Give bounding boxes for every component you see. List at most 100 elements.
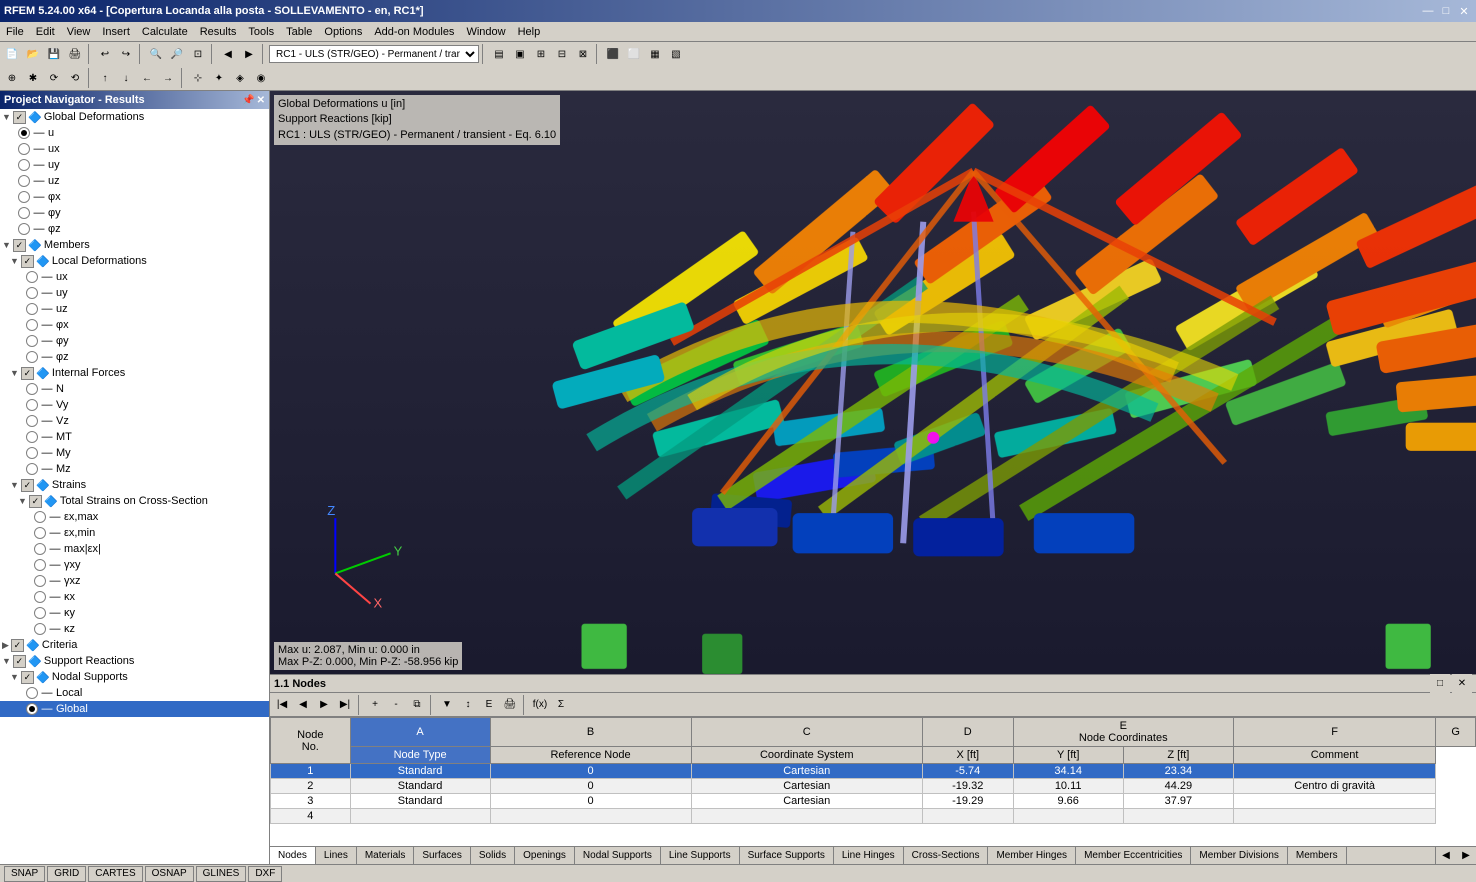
tree-item-gxz[interactable]: — γxz bbox=[0, 573, 269, 589]
radio-gxz[interactable] bbox=[34, 575, 46, 587]
radio-lphix[interactable] bbox=[26, 319, 38, 331]
radio-phix[interactable] bbox=[18, 191, 30, 203]
tb-undo[interactable]: ↩ bbox=[95, 44, 115, 64]
menu-view[interactable]: View bbox=[61, 24, 97, 40]
tree-item-uy[interactable]: — uy bbox=[0, 157, 269, 173]
tab-scroll-left[interactable]: ◀ bbox=[1436, 846, 1456, 864]
cb-global-def[interactable]: ✓ bbox=[13, 111, 26, 124]
close-button[interactable]: ✕ bbox=[1456, 3, 1472, 19]
tab-nodal-supports[interactable]: Nodal Supports bbox=[575, 847, 661, 865]
radio-uy[interactable] bbox=[18, 159, 30, 171]
tree-item-gxy[interactable]: — γxy bbox=[0, 557, 269, 573]
viewport[interactable]: Global Deformations u [in] Support React… bbox=[270, 91, 1476, 674]
tree-item-ky[interactable]: — κy bbox=[0, 605, 269, 621]
tab-member-hinges[interactable]: Member Hinges bbox=[988, 847, 1076, 865]
tree-item-local[interactable]: — Local bbox=[0, 685, 269, 701]
tb-r4[interactable]: ⊟ bbox=[552, 44, 572, 64]
tab-surfaces[interactable]: Surfaces bbox=[414, 847, 470, 865]
cb-criteria[interactable]: ✓ bbox=[11, 639, 24, 652]
radio-lux[interactable] bbox=[26, 271, 38, 283]
tb2-8[interactable]: → bbox=[158, 68, 178, 88]
tb-zoom-all[interactable]: ⊡ bbox=[188, 44, 208, 64]
tree-item-strains[interactable]: ▼ ✓ 🔷 Strains bbox=[0, 477, 269, 493]
tb2-7[interactable]: ← bbox=[137, 68, 157, 88]
load-case-combo[interactable]: RC1 - ULS (STR/GEO) - Permanent / trar bbox=[269, 45, 479, 63]
tab-solids[interactable]: Solids bbox=[471, 847, 515, 865]
tb-r5[interactable]: ⊠ bbox=[573, 44, 593, 64]
tree-item-lphiz[interactable]: — φz bbox=[0, 349, 269, 365]
tt-print[interactable]: 🖨 bbox=[500, 695, 520, 715]
tt-last[interactable]: ▶| bbox=[335, 695, 355, 715]
tree-item-Mz[interactable]: — Mz bbox=[0, 461, 269, 477]
tab-member-divisions[interactable]: Member Divisions bbox=[1191, 847, 1287, 865]
tb-prev[interactable]: ◀ bbox=[218, 44, 238, 64]
radio-My[interactable] bbox=[26, 447, 38, 459]
table-detach[interactable]: □ bbox=[1430, 674, 1450, 694]
tab-line-supports[interactable]: Line Supports bbox=[661, 847, 740, 865]
radio-u[interactable] bbox=[18, 127, 30, 139]
tab-member-eccentricities[interactable]: Member Eccentricities bbox=[1076, 847, 1191, 865]
table-row[interactable]: 2 Standard 0 Cartesian -19.32 10.11 44.2… bbox=[271, 779, 1476, 794]
table-row[interactable]: 4 bbox=[271, 809, 1476, 824]
tb-r1[interactable]: ▤ bbox=[489, 44, 509, 64]
menu-addon[interactable]: Add-on Modules bbox=[368, 24, 460, 40]
tab-cross-sections[interactable]: Cross-Sections bbox=[904, 847, 989, 865]
cb-local-def[interactable]: ✓ bbox=[21, 255, 34, 268]
tree-item-criteria[interactable]: ▶ ✓ 🔷 Criteria bbox=[0, 637, 269, 653]
tree-item-Vz[interactable]: — Vz bbox=[0, 413, 269, 429]
tt-filter[interactable]: ▼ bbox=[437, 695, 457, 715]
tb2-4[interactable]: ⟲ bbox=[65, 68, 85, 88]
tb-view1[interactable]: ⬛ bbox=[603, 44, 623, 64]
tree-item-uz[interactable]: — uz bbox=[0, 173, 269, 189]
expand-internal-forces[interactable]: ▼ bbox=[10, 368, 19, 378]
tab-materials[interactable]: Materials bbox=[357, 847, 415, 865]
tb2-9[interactable]: ⊹ bbox=[188, 68, 208, 88]
tt-next[interactable]: ▶ bbox=[314, 695, 334, 715]
tree-item-Vy[interactable]: — Vy bbox=[0, 397, 269, 413]
menu-tools[interactable]: Tools bbox=[242, 24, 280, 40]
tree-item-luz[interactable]: — uz bbox=[0, 301, 269, 317]
expand-nodal-supports[interactable]: ▼ bbox=[10, 672, 19, 682]
tab-members[interactable]: Members bbox=[1288, 847, 1347, 865]
menu-results[interactable]: Results bbox=[194, 24, 243, 40]
minimize-button[interactable]: — bbox=[1420, 3, 1436, 19]
radio-kx[interactable] bbox=[34, 591, 46, 603]
tree-area[interactable]: ▼ ✓ 🔷 Global Deformations — u — ux — bbox=[0, 109, 269, 864]
tree-item-lphiy[interactable]: — φy bbox=[0, 333, 269, 349]
tree-item-phiy[interactable]: — φy bbox=[0, 205, 269, 221]
tab-scroll-controls[interactable]: ◀ ▶ bbox=[1435, 846, 1476, 864]
tree-item-local-def[interactable]: ▼ ✓ 🔷 Local Deformations bbox=[0, 253, 269, 269]
tab-scroll-right[interactable]: ▶ bbox=[1456, 846, 1476, 864]
radio-phiy[interactable] bbox=[18, 207, 30, 219]
status-osnap[interactable]: OSNAP bbox=[145, 866, 194, 882]
radio-N[interactable] bbox=[26, 383, 38, 395]
tab-line-hinges[interactable]: Line Hinges bbox=[834, 847, 904, 865]
radio-luz[interactable] bbox=[26, 303, 38, 315]
tb-save[interactable]: 💾 bbox=[44, 44, 64, 64]
cb-support-reactions[interactable]: ✓ bbox=[13, 655, 26, 668]
menu-help[interactable]: Help bbox=[512, 24, 547, 40]
tb-new[interactable]: 📄 bbox=[2, 44, 22, 64]
tree-item-lux[interactable]: — ux bbox=[0, 269, 269, 285]
tree-item-global[interactable]: — Global bbox=[0, 701, 269, 717]
expand-members[interactable]: ▼ bbox=[2, 240, 11, 250]
tb2-6[interactable]: ↓ bbox=[116, 68, 136, 88]
radio-kz[interactable] bbox=[34, 623, 46, 635]
cb-nodal-supports[interactable]: ✓ bbox=[21, 671, 34, 684]
tab-lines[interactable]: Lines bbox=[316, 847, 357, 865]
expand-total-strains[interactable]: ▼ bbox=[18, 496, 27, 506]
tree-item-kx[interactable]: — κx bbox=[0, 589, 269, 605]
tab-openings[interactable]: Openings bbox=[515, 847, 575, 865]
table-close[interactable]: ✕ bbox=[1452, 674, 1472, 694]
status-dxf[interactable]: DXF bbox=[248, 866, 282, 882]
tb-view3[interactable]: ▦ bbox=[645, 44, 665, 64]
tb2-1[interactable]: ⊕ bbox=[2, 68, 22, 88]
radio-phiz[interactable] bbox=[18, 223, 30, 235]
tb2-5[interactable]: ↑ bbox=[95, 68, 115, 88]
menu-calculate[interactable]: Calculate bbox=[136, 24, 194, 40]
tree-item-phix[interactable]: — φx bbox=[0, 189, 269, 205]
menu-options[interactable]: Options bbox=[318, 24, 368, 40]
tb-view2[interactable]: ⬜ bbox=[624, 44, 644, 64]
tree-item-kz[interactable]: — κz bbox=[0, 621, 269, 637]
cb-members[interactable]: ✓ bbox=[13, 239, 26, 252]
